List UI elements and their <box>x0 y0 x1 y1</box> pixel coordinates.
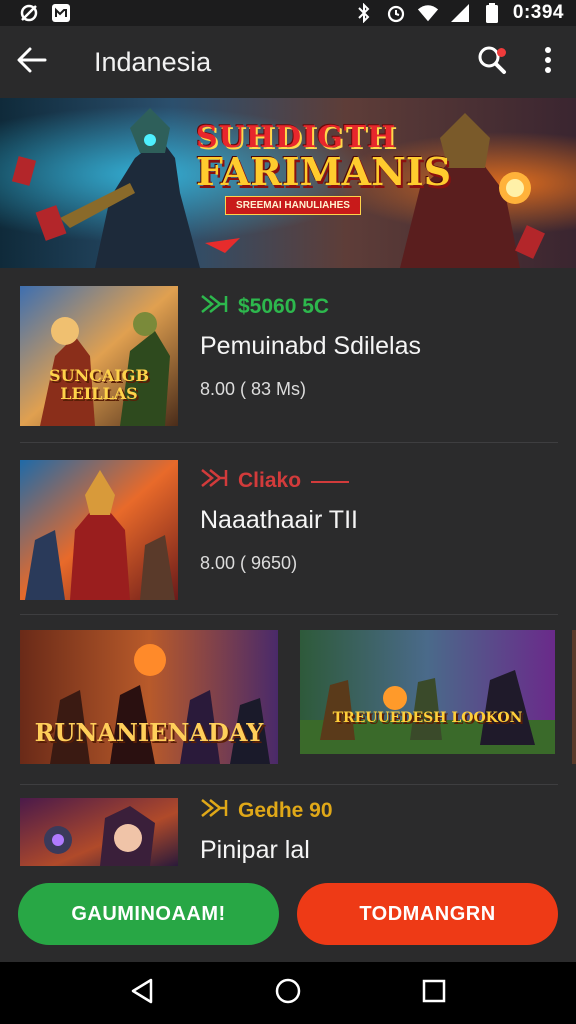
item-tag-text: Gedhe 90 <box>238 799 333 822</box>
item-price: 8.00 ( 83 Ms) <box>200 379 307 399</box>
settings-icon <box>18 3 40 23</box>
notification-icon <box>50 3 72 23</box>
status-left <box>18 3 72 23</box>
status-right: 0:394 <box>353 2 564 24</box>
page-title: Indanesia <box>94 46 212 77</box>
system-nav-bar <box>0 962 576 1024</box>
item-title: Pemuinabd Sdilelas <box>200 332 421 360</box>
status-bar: 0:394 <box>0 0 576 26</box>
hero-ribbon: SREEMAI HANULIAHES <box>225 196 361 215</box>
tag-icon <box>200 468 228 494</box>
item-tag: Cliako <box>200 468 550 494</box>
hero-title-line2: FARIMANIS <box>196 149 452 194</box>
thumbnail-art <box>20 286 178 426</box>
primary-action-button[interactable]: GAUMINOAAM! <box>18 883 279 945</box>
battery-icon <box>481 3 503 23</box>
bottom-action-bar: GAUMINOAAM! TODMANGRN <box>0 866 576 962</box>
item-price: 8.00 ( 9650) <box>200 553 298 573</box>
tag-underline <box>311 481 350 483</box>
notification-dot <box>497 48 506 57</box>
item-thumbnail[interactable] <box>20 460 178 600</box>
item-tag-text: Cliako <box>238 469 302 492</box>
carousel-card[interactable]: TREUUEDESH LOOKON <box>300 630 555 764</box>
carousel-art <box>300 630 555 754</box>
item-meta: $5060 5C Pemuinabd Sdilelas 8.00 ( 83 Ms… <box>200 294 550 400</box>
tag-icon <box>200 798 228 824</box>
thumbnail-title-2: LEILLAS <box>60 384 138 403</box>
carousel-caption: TREUUEDESH LOOKON <box>332 710 523 726</box>
item-thumbnail[interactable]: SUNCAIGB LEILLAS <box>20 286 178 426</box>
divider <box>20 784 558 785</box>
nav-back-icon[interactable] <box>129 977 155 1010</box>
item-tag: $5060 5C <box>200 294 550 320</box>
item-tag-text: $5060 5C <box>238 295 330 318</box>
thumbnail-art <box>20 798 178 866</box>
back-button[interactable] <box>0 26 64 98</box>
item-tag: Gedhe 90 <box>200 798 550 824</box>
app-bar: Indanesia <box>0 26 576 98</box>
item-meta: Gedhe 90 Pinipar lal <box>200 798 550 865</box>
hero-banner[interactable]: SUHDIGTH FARIMANIS SREEMAI HANULIAHES <box>0 98 576 268</box>
featured-carousel[interactable]: RUNANIENADAY TREUUEDESH LOOKON <box>0 628 576 768</box>
divider <box>20 614 558 615</box>
alarm-icon <box>385 3 407 23</box>
item-title: Pinipar lal <box>200 836 310 864</box>
search-button[interactable] <box>464 26 520 98</box>
more-options-button[interactable] <box>520 26 576 98</box>
list-item[interactable]: Gedhe 90 Pinipar lal <box>20 798 558 866</box>
signal-icon <box>449 3 471 23</box>
nav-recents-icon[interactable] <box>421 978 447 1009</box>
divider <box>20 442 558 443</box>
thumbnail-title-1: SUNCAIGB <box>49 366 149 385</box>
wifi-icon <box>417 3 439 23</box>
item-meta: Cliako Naaathaair TII 8.00 ( 9650) <box>200 468 550 574</box>
carousel-caption: RUNANIENADAY <box>34 718 264 747</box>
tag-icon <box>200 294 228 320</box>
item-title: Naaathaair TII <box>200 506 358 534</box>
item-thumbnail[interactable] <box>20 798 178 866</box>
hero-title: SUHDIGTH FARIMANIS SREEMAI HANULIAHES <box>196 120 452 215</box>
nav-home-icon[interactable] <box>274 977 302 1010</box>
carousel-card-peek[interactable] <box>572 630 576 764</box>
arrow-back-icon <box>17 47 47 78</box>
list-item[interactable]: Cliako Naaathaair TII 8.00 ( 9650) <box>20 460 558 600</box>
bluetooth-icon <box>353 3 375 23</box>
more-vert-icon <box>544 46 552 78</box>
thumbnail-art <box>20 460 178 600</box>
status-time: 0:394 <box>512 2 564 23</box>
list-item[interactable]: SUNCAIGB LEILLAS $5060 5C Pemuinabd Sdil… <box>20 286 558 426</box>
secondary-action-button[interactable]: TODMANGRN <box>297 883 558 945</box>
carousel-card[interactable]: RUNANIENADAY <box>20 630 278 764</box>
